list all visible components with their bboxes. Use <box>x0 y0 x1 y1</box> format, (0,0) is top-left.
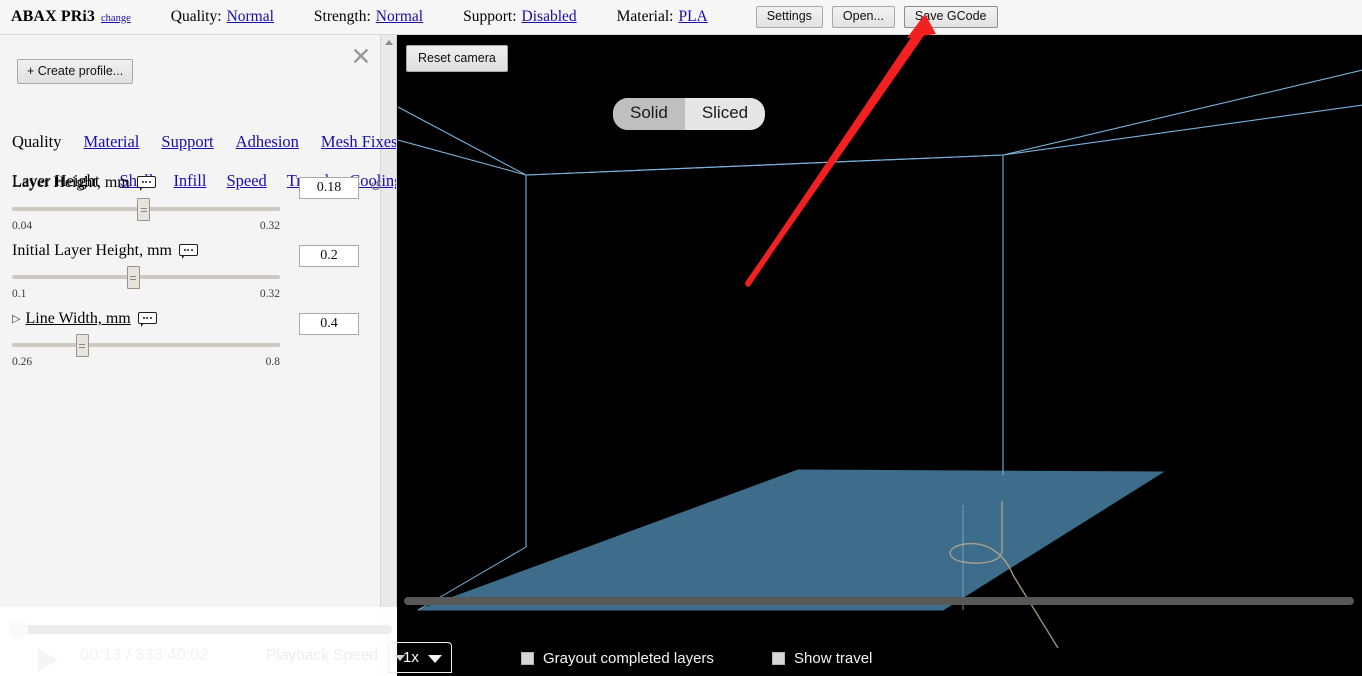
playback-progress-knob[interactable] <box>9 620 28 639</box>
top-toolbar: ABAX PRi3 change Quality: Normal Strengt… <box>0 0 1362 35</box>
line-width-slider[interactable]: 0.26 0.8 <box>12 334 280 368</box>
create-profile-button[interactable]: + Create profile... <box>17 59 134 84</box>
strength-value-link[interactable]: Normal <box>376 8 423 26</box>
toolbar-group-strength: Strength: Normal <box>314 8 423 26</box>
support-label: Support: <box>463 8 517 25</box>
support-value-link[interactable]: Disabled <box>522 8 577 26</box>
slider-range-labels: 0.26 0.8 <box>12 356 280 368</box>
wireframe-top-rail <box>525 154 1004 176</box>
slider-thumb[interactable] <box>137 198 151 221</box>
tooltip-icon[interactable] <box>136 176 156 191</box>
setting-initial-layer-height: Initial Layer Height, mm 0.1 0.32 0.2 <box>12 242 387 300</box>
slider-track <box>12 343 280 347</box>
playback-speed-label: Playback Speed <box>266 647 379 664</box>
toolbar-group-material: Material: PLA <box>617 8 708 26</box>
setting-line-width: ▷ Line Width, mm 0.26 0.8 0.4 <box>12 310 387 368</box>
tooltip-icon[interactable] <box>137 312 157 327</box>
scroll-up-arrow-icon[interactable] <box>381 35 396 50</box>
tab-mesh-fixes[interactable]: Mesh Fixes <box>321 132 396 152</box>
tooltip-icon[interactable] <box>178 244 198 259</box>
open-button[interactable]: Open... <box>831 5 895 29</box>
slider-max-label: 0.8 <box>265 356 280 368</box>
settings-panel: ✕ + Create profile... Quality Material S… <box>0 35 397 676</box>
play-button-icon[interactable] <box>38 648 58 672</box>
tab-material[interactable]: Material <box>84 132 140 152</box>
line-width-label[interactable]: Line Width, mm <box>25 310 130 328</box>
initial-layer-height-value-input[interactable]: 0.2 <box>299 245 359 267</box>
save-gcode-button[interactable]: Save GCode <box>903 5 998 29</box>
slider-max-label: 0.32 <box>259 288 280 300</box>
tab-support[interactable]: Support <box>161 132 213 152</box>
checkbox-box[interactable] <box>772 652 785 665</box>
material-value-link[interactable]: PLA <box>678 8 707 26</box>
slider-thumb[interactable] <box>126 266 140 289</box>
slider-range-labels: 0.04 0.32 <box>12 220 280 232</box>
playback-time: 00:13 / 333:40:02 <box>80 646 209 664</box>
chevron-down-icon <box>428 655 442 663</box>
slider-min-label: 0.04 <box>12 220 33 232</box>
layer-height-slider[interactable]: 0.04 0.32 <box>12 198 280 232</box>
toolbar-group-quality: Quality: Normal <box>171 8 274 26</box>
initial-layer-height-slider[interactable]: 0.1 0.32 <box>12 266 280 300</box>
tab-adhesion[interactable]: Adhesion <box>236 132 299 152</box>
checkbox-label: Show travel <box>794 650 873 667</box>
printer-name: ABAX PRi3 <box>11 8 96 25</box>
checkbox-label: Grayout completed layers <box>543 650 714 667</box>
reset-camera-button[interactable]: Reset camera <box>406 45 508 72</box>
wireframe-diag-left <box>398 139 527 176</box>
layer-height-value-input[interactable]: 0.18 <box>299 177 359 199</box>
initial-layer-height-label: Initial Layer Height, mm <box>12 242 172 259</box>
show-travel-checkbox[interactable]: Show travel <box>772 650 872 667</box>
player-controls: 00:13 / 333:40:02 Playback Speed 1x Gray… <box>0 640 1362 676</box>
wireframe-top-back <box>398 104 1362 176</box>
slider-max-label: 0.32 <box>259 220 280 232</box>
layer-height-label: Layer Height, mm <box>12 174 130 191</box>
view-mode-toggle: Solid Sliced <box>613 98 766 130</box>
quality-label: Quality: <box>170 8 222 25</box>
app-root: ABAX PRi3 change Quality: Normal Strengt… <box>0 0 1362 676</box>
checkbox-box[interactable] <box>521 652 534 665</box>
toolbar-group-support: Support: Disabled <box>463 8 577 26</box>
slider-min-label: 0.26 <box>12 356 33 368</box>
material-label: Material: <box>616 8 674 25</box>
reset-icon[interactable]: ↺ <box>367 178 385 196</box>
close-icon[interactable]: ✕ <box>348 45 374 71</box>
quality-value-link[interactable]: Normal <box>227 8 274 26</box>
playback-speed-value: 1x <box>403 649 419 666</box>
slider-track <box>12 275 280 279</box>
slider-thumb[interactable] <box>75 334 89 357</box>
strength-label: Strength: <box>313 8 371 25</box>
settings-button[interactable]: Settings <box>755 5 823 29</box>
change-printer-link[interactable]: change <box>101 13 131 24</box>
build-volume-scene <box>398 35 1362 649</box>
slider-range-labels: 0.1 0.32 <box>12 288 280 300</box>
primary-tab-row: Quality Material Support Adhesion Mesh F… <box>12 132 396 152</box>
line-width-value-input[interactable]: 0.4 <box>299 313 359 335</box>
toolbar-buttons: Settings Open... Save GCode <box>755 5 998 29</box>
slider-min-label: 0.1 <box>12 288 27 300</box>
grayout-completed-layers-checkbox[interactable]: Grayout completed layers <box>521 650 714 667</box>
tab-quality[interactable]: Quality <box>12 132 62 152</box>
setting-layer-height: Layer Height, mm 0.04 0.32 0.18 ↺ <box>12 174 387 232</box>
layer-seek-bar[interactable] <box>404 597 1354 605</box>
expand-triangle-icon[interactable]: ▷ <box>12 312 20 325</box>
3d-viewport[interactable]: Reset camera Solid Sliced <box>398 35 1362 676</box>
playback-speed-select[interactable]: 1x <box>388 642 452 673</box>
playback-progress-track[interactable] <box>12 625 392 634</box>
view-mode-solid[interactable]: Solid <box>613 98 685 130</box>
layer-seek-row <box>398 583 1362 618</box>
view-mode-sliced[interactable]: Sliced <box>685 98 765 130</box>
